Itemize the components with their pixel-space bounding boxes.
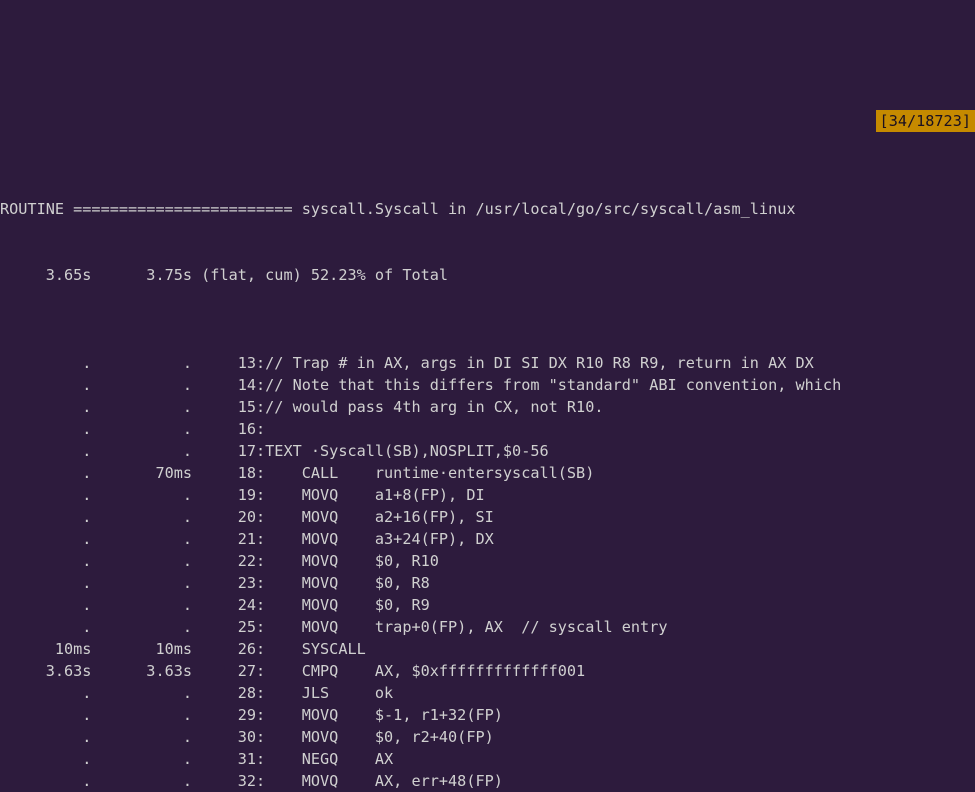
totals-line: 3.65s 3.75s (flat, cum) 52.23% of Total	[0, 264, 975, 286]
source-line-text: . . 31: NEGQ AX	[0, 748, 393, 770]
source-line-text: . . 30: MOVQ $0, r2+40(FP)	[0, 726, 494, 748]
source-listing: . . 13:// Trap # in AX, args in DI SI DX…	[0, 352, 975, 792]
source-line: . . 22: MOVQ $0, R10	[0, 550, 975, 572]
source-line: . . 15:// would pass 4th arg in CX, not …	[0, 396, 975, 418]
source-line-text: . . 28: JLS ok	[0, 682, 393, 704]
source-line: . . 19: MOVQ a1+8(FP), DI	[0, 484, 975, 506]
status-open-bracket: [	[880, 112, 889, 130]
source-line: . . 31: NEGQ AX	[0, 748, 975, 770]
totals-text: 3.65s 3.75s (flat, cum) 52.23% of Total	[0, 264, 448, 286]
source-line: . 70ms 18: CALL runtime·entersyscall(SB)	[0, 462, 975, 484]
source-line: 10ms 10ms 26: SYSCALL	[0, 638, 975, 660]
source-line-text: . . 25: MOVQ trap+0(FP), AX // syscall e…	[0, 616, 668, 638]
source-line-text: . . 22: MOVQ $0, R10	[0, 550, 439, 572]
source-line: . . 25: MOVQ trap+0(FP), AX // syscall e…	[0, 616, 975, 638]
source-line: . . 29: MOVQ $-1, r1+32(FP)	[0, 704, 975, 726]
source-line-text: . . 24: MOVQ $0, R9	[0, 594, 430, 616]
source-line-text: . . 29: MOVQ $-1, r1+32(FP)	[0, 704, 503, 726]
source-line-text: . . 19: MOVQ a1+8(FP), DI	[0, 484, 485, 506]
source-line: . . 14:// Note that this differs from "s…	[0, 374, 975, 396]
source-line: . . 20: MOVQ a2+16(FP), SI	[0, 506, 975, 528]
source-line: . . 16:	[0, 418, 975, 440]
source-line: 3.63s 3.63s 27: CMPQ AX, $0xffffffffffff…	[0, 660, 975, 682]
routine-header-line: ROUTINE ======================== syscall…	[0, 198, 975, 220]
source-line-text: . . 14:// Note that this differs from "s…	[0, 374, 841, 396]
source-line: . . 13:// Trap # in AX, args in DI SI DX…	[0, 352, 975, 374]
source-line-text: . . 21: MOVQ a3+24(FP), DX	[0, 528, 494, 550]
source-line-text: . . 20: MOVQ a2+16(FP), SI	[0, 506, 494, 528]
source-line: . . 17:TEXT ·Syscall(SB),NOSPLIT,$0-56	[0, 440, 975, 462]
pager-status-badge: [34/18723]	[876, 110, 975, 132]
terminal-viewport[interactable]: [34/18723] ROUTINE =====================…	[0, 110, 975, 792]
source-line: . . 28: JLS ok	[0, 682, 975, 704]
source-line-text: . . 13:// Trap # in AX, args in DI SI DX…	[0, 352, 814, 374]
source-line-text: . . 15:// would pass 4th arg in CX, not …	[0, 396, 603, 418]
source-line: . . 24: MOVQ $0, R9	[0, 594, 975, 616]
source-line: . . 30: MOVQ $0, r2+40(FP)	[0, 726, 975, 748]
status-close-bracket: ]	[962, 112, 971, 130]
routine-header-text: ROUTINE ======================== syscall…	[0, 198, 796, 220]
source-line: . . 23: MOVQ $0, R8	[0, 572, 975, 594]
status-value: 34/18723	[889, 112, 962, 130]
source-line-text: . . 23: MOVQ $0, R8	[0, 572, 430, 594]
source-line: . . 21: MOVQ a3+24(FP), DX	[0, 528, 975, 550]
source-line-text: . . 16:	[0, 418, 265, 440]
source-line-text: . 70ms 18: CALL runtime·entersyscall(SB)	[0, 462, 594, 484]
source-line-text: . . 32: MOVQ AX, err+48(FP)	[0, 770, 503, 792]
source-line-text: 3.63s 3.63s 27: CMPQ AX, $0xffffffffffff…	[0, 660, 585, 682]
source-line-text: . . 17:TEXT ·Syscall(SB),NOSPLIT,$0-56	[0, 440, 549, 462]
source-line-text: 10ms 10ms 26: SYSCALL	[0, 638, 366, 660]
source-line: . . 32: MOVQ AX, err+48(FP)	[0, 770, 975, 792]
